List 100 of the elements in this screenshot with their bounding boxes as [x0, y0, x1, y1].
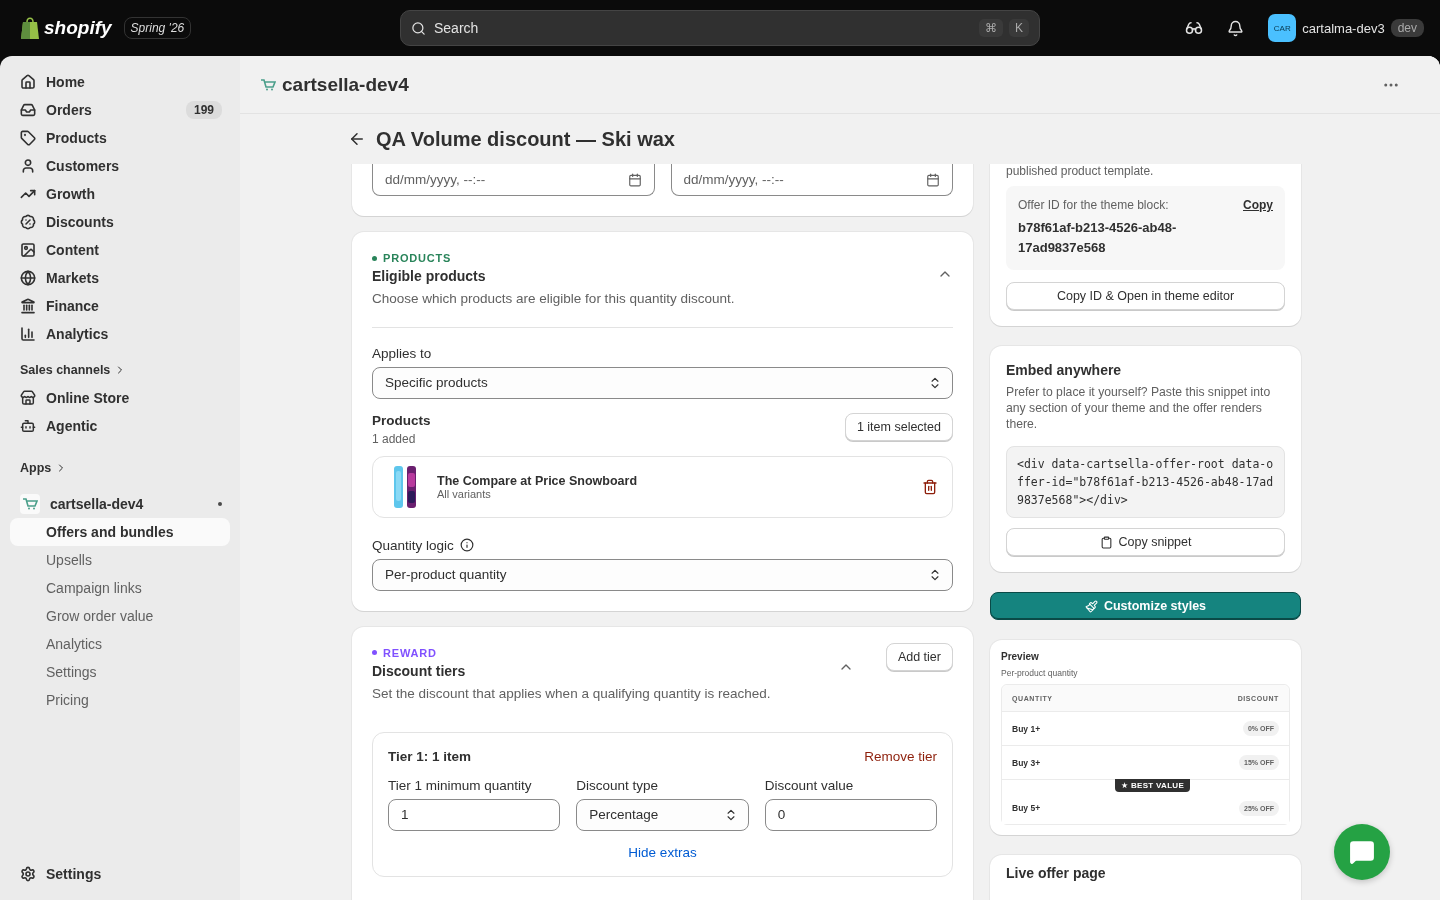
back-icon[interactable]: [348, 130, 366, 148]
sidebar-subitem[interactable]: Analytics: [10, 630, 230, 658]
nav-icon: [20, 102, 36, 118]
search-field[interactable]: Search ⌘ K: [400, 10, 1040, 46]
nav-icon: [20, 298, 36, 314]
open-theme-editor-button[interactable]: Copy ID & Open in theme editor: [1006, 282, 1285, 310]
copy-snippet-button[interactable]: Copy snippet: [1006, 528, 1285, 556]
logo-text: shopify: [44, 17, 112, 39]
count-badge: 199: [185, 101, 222, 119]
clipboard-icon: [1099, 535, 1113, 549]
field-label: Discount value: [764, 777, 855, 793]
field-label: Quantity logic: [372, 537, 454, 553]
copy-link[interactable]: Copy: [1243, 198, 1273, 212]
sidebar-item[interactable]: cartsella-dev4: [10, 490, 230, 518]
sidebar-subitem[interactable]: Settings: [10, 658, 230, 686]
sidebar-item[interactable]: Online Store: [10, 384, 230, 412]
product-variants: All variants: [437, 487, 491, 500]
nav-icon: [20, 326, 36, 342]
sidebar-subitem[interactable]: Pricing: [10, 686, 230, 714]
best-value-badge: ★ BEST VALUE: [1115, 779, 1191, 792]
sidebar-item[interactable]: Settings: [10, 860, 230, 888]
quantity-logic-select[interactable]: Per-product quantity: [372, 558, 953, 591]
edition-badge: Spring '26: [123, 17, 192, 39]
dev-badge: dev: [1390, 19, 1424, 37]
section-link[interactable]: Apps: [10, 454, 230, 482]
sidebar-item[interactable]: Home: [10, 68, 230, 96]
sidebar-subitem[interactable]: Upsells: [10, 546, 230, 574]
discount-type-select[interactable]: Percentage: [576, 798, 749, 831]
date-field[interactable]: dd/mm/yyyy, --:--: [372, 164, 655, 196]
applies-to-select[interactable]: Specific products: [372, 366, 953, 399]
card-description: Set the discount that applies when a qualifying quantity is reached.: [372, 684, 772, 703]
sidebar-item[interactable]: Products: [10, 124, 230, 152]
quantity-cell: Buy 5+: [1012, 803, 1041, 813]
products-label: Products: [372, 412, 432, 428]
bell-icon[interactable]: [1227, 19, 1245, 37]
shortcut-key: K: [1009, 19, 1029, 37]
section-eyebrow: REWARD: [383, 646, 437, 659]
section-link[interactable]: Sales channels: [10, 356, 230, 384]
date-field[interactable]: dd/mm/yyyy, --:--: [670, 164, 953, 196]
quantity-input[interactable]: 1: [388, 798, 561, 831]
hide-extras-link[interactable]: Hide extras: [628, 844, 697, 860]
section-eyebrow: PRODUCTS: [383, 252, 452, 264]
add-tier-button[interactable]: Add tier: [885, 642, 953, 671]
nav-icon: [20, 158, 36, 174]
customize-styles-button[interactable]: Customize styles: [990, 592, 1301, 620]
settings-icon: [20, 866, 36, 882]
page-title: QA Volume discount — Ski wax: [376, 127, 675, 151]
sidebar-subitem[interactable]: Grow order value: [10, 602, 230, 630]
selected-items-button[interactable]: 1 item selected: [844, 412, 953, 441]
calendar-icon: [926, 172, 940, 187]
discount-value-input[interactable]: 0: [764, 798, 937, 831]
code-snippet: <div data-cartsella-offer-root data-offer-id="b78f61af-b213-4526-ab48-17ad9837e568"></div>: [1006, 446, 1285, 518]
preview-title: Preview: [1001, 651, 1040, 662]
chat-icon: [1349, 839, 1375, 865]
sidebar-item[interactable]: Finance: [10, 292, 230, 320]
card-title: Eligible products: [372, 268, 487, 284]
sidebar-item[interactable]: Customers: [10, 152, 230, 180]
cart-icon: [260, 78, 276, 91]
card-title: Live offer page: [1006, 865, 1107, 881]
search-placeholder: Search: [434, 20, 479, 36]
sidebar-item[interactable]: Markets: [10, 264, 230, 292]
field-label: Discount type: [576, 777, 660, 793]
offer-id-label: Offer ID for the theme block:: [1018, 198, 1170, 212]
card-text: published product template.: [1006, 164, 1155, 178]
preview-subtitle: Per-product quantity: [1001, 668, 1079, 678]
search-icon: [411, 20, 426, 36]
sidebar-item[interactable]: Orders 199: [10, 96, 230, 124]
product-name: The Compare at Price Snowboard: [437, 473, 639, 488]
sidebar-item[interactable]: Content: [10, 236, 230, 264]
store-avatar[interactable]: CAR: [1268, 14, 1297, 42]
channel-icon: [20, 390, 36, 406]
sidebar-item[interactable]: Agentic: [10, 412, 230, 440]
card-title: Discount tiers: [372, 662, 467, 679]
sidebar-item[interactable]: Analytics: [10, 320, 230, 348]
card-description: Prefer to place it yourself? Paste this snippet into any section of your theme and the offer renders there.: [1006, 384, 1272, 432]
nav-icon: [20, 242, 36, 258]
store-name[interactable]: cartalma-dev3: [1302, 20, 1385, 36]
pin-dot: [218, 502, 222, 506]
products-count: 1 added: [372, 431, 417, 446]
info-icon[interactable]: [459, 538, 474, 553]
offer-id: b78f61af-b213-4526-ab48-17ad9837e568: [1018, 219, 1178, 257]
glasses-icon[interactable]: [1185, 19, 1204, 37]
card-description: Choose which products are eligible for this quantity discount.: [372, 290, 736, 308]
channel-icon: [20, 418, 36, 434]
delete-icon[interactable]: [922, 478, 938, 495]
nav-icon: [20, 74, 36, 90]
sidebar-subitem[interactable]: Campaign links: [10, 574, 230, 602]
sidebar-subitem[interactable]: Offers and bundles: [10, 518, 230, 546]
sidebar-item[interactable]: Growth: [10, 180, 230, 208]
sidebar-item[interactable]: Discounts: [10, 208, 230, 236]
quantity-cell: Buy 1+: [1012, 723, 1041, 734]
field-label: Applies to: [372, 345, 433, 361]
nav-icon: [20, 214, 36, 230]
field-label: Tier 1 minimum quantity: [388, 777, 533, 793]
nav-icon: [20, 130, 36, 146]
tier-title: Tier 1: 1 item: [388, 748, 472, 764]
remove-tier-link[interactable]: Remove tier: [864, 748, 937, 764]
shopping-bag-icon: [20, 16, 40, 40]
app-title: cartsella-dev4: [282, 73, 410, 96]
nav-icon: [20, 270, 36, 286]
